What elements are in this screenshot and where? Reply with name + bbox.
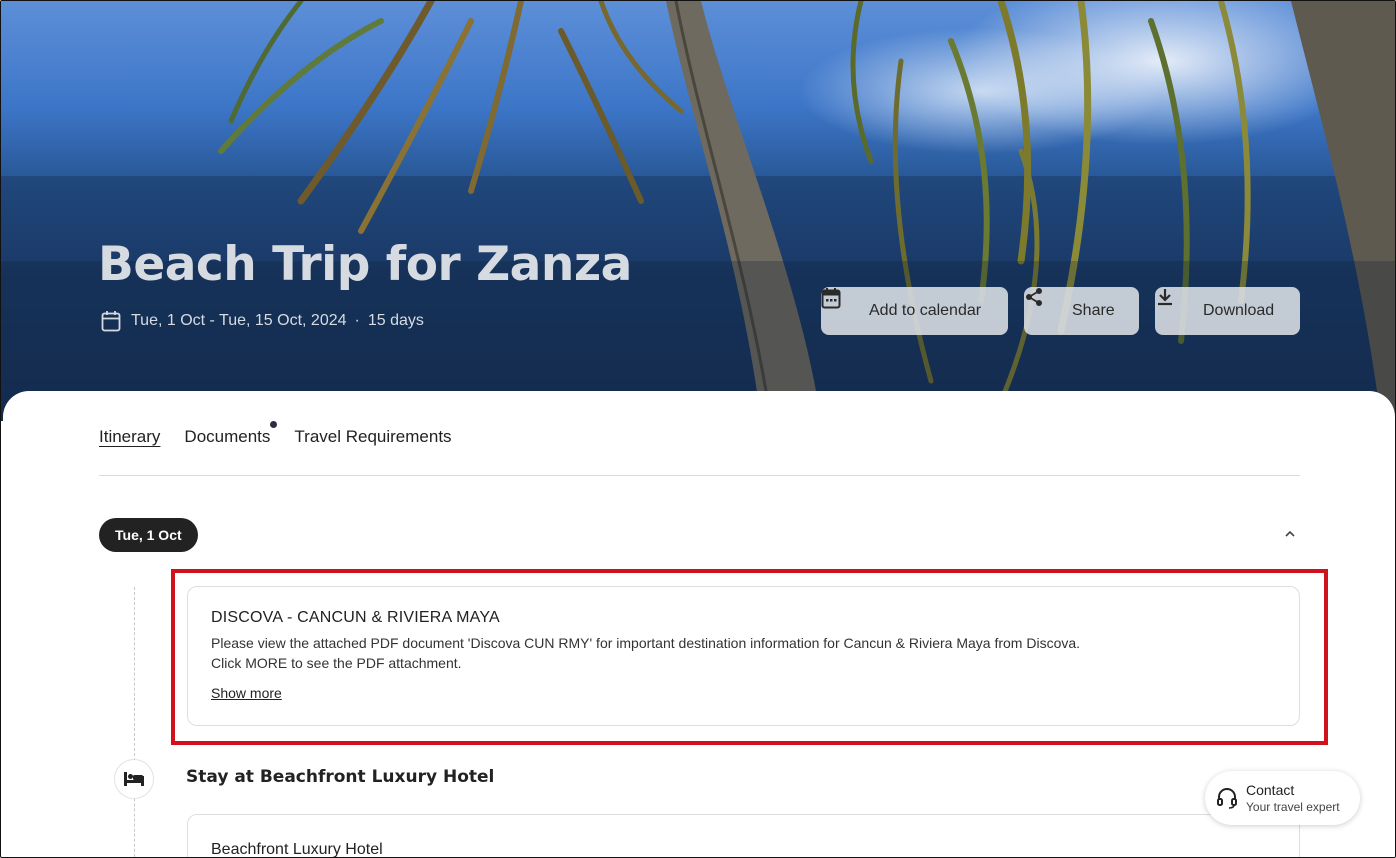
stay-title: Stay at Beachfront Luxury Hotel: [186, 767, 495, 787]
share-icon: [1026, 288, 1064, 322]
note-title: DISCOVA - CANCUN & RIVIERA MAYA: [211, 609, 500, 626]
chevron-up-icon[interactable]: [1281, 525, 1299, 543]
hero-banner: Beach Trip for Zanza Tue, 1 Oct - Tue, 1…: [1, 1, 1395, 421]
tab-documents-label: Documents: [184, 427, 271, 446]
download-label: Download: [1203, 302, 1275, 319]
calendar-icon: [101, 310, 121, 332]
headset-icon: [1215, 786, 1239, 810]
contact-expert-button[interactable]: Contact Your travel expert: [1205, 771, 1360, 825]
note-line-1: Please view the attached PDF document 'D…: [211, 635, 1081, 651]
date-range: Tue, 1 Oct - Tue, 15 Oct, 2024: [131, 312, 347, 329]
note-line-2: Click MORE to see the PDF attachment.: [211, 655, 462, 671]
contact-title: Contact: [1246, 782, 1295, 798]
trip-dates: Tue, 1 Oct - Tue, 15 Oct, 2024 · 15 days: [101, 310, 424, 332]
download-button[interactable]: Download: [1155, 287, 1300, 335]
contact-subtitle: Your travel expert: [1246, 800, 1340, 814]
trip-duration: 15 days: [367, 312, 424, 329]
tab-itinerary[interactable]: Itinerary: [99, 427, 160, 447]
itinerary-panel: Itinerary Documents Travel Requirements …: [3, 391, 1395, 857]
bed-icon: [114, 759, 154, 799]
hotel-name: Beachfront Luxury Hotel: [211, 841, 383, 858]
palm-trees-image: [1, 1, 1395, 421]
day-label: Tue, 1 Oct: [99, 518, 198, 552]
date-separator: ·: [354, 312, 360, 329]
hotel-card[interactable]: Beachfront Luxury Hotel: [187, 814, 1300, 858]
notification-dot: [270, 421, 278, 428]
add-to-calendar-button[interactable]: Add to calendar: [821, 287, 1008, 335]
show-more-link[interactable]: Show more: [211, 685, 282, 701]
share-label: Share: [1072, 302, 1115, 319]
destination-note-card: DISCOVA - CANCUN & RIVIERA MAYA Please v…: [187, 586, 1300, 726]
share-button[interactable]: Share: [1024, 287, 1139, 335]
timeline-line: [134, 587, 135, 857]
tab-travel-requirements[interactable]: Travel Requirements: [294, 427, 451, 447]
page: Beach Trip for Zanza Tue, 1 Oct - Tue, 1…: [0, 0, 1396, 858]
add-to-calendar-label: Add to calendar: [869, 302, 982, 319]
tab-bar: Itinerary Documents Travel Requirements: [99, 421, 476, 447]
download-icon: [1158, 289, 1195, 322]
calendar-icon: [821, 288, 861, 322]
tab-documents[interactable]: Documents: [184, 421, 278, 447]
trip-title: Beach Trip for Zanza: [98, 237, 632, 292]
tabs-divider: [99, 475, 1300, 476]
